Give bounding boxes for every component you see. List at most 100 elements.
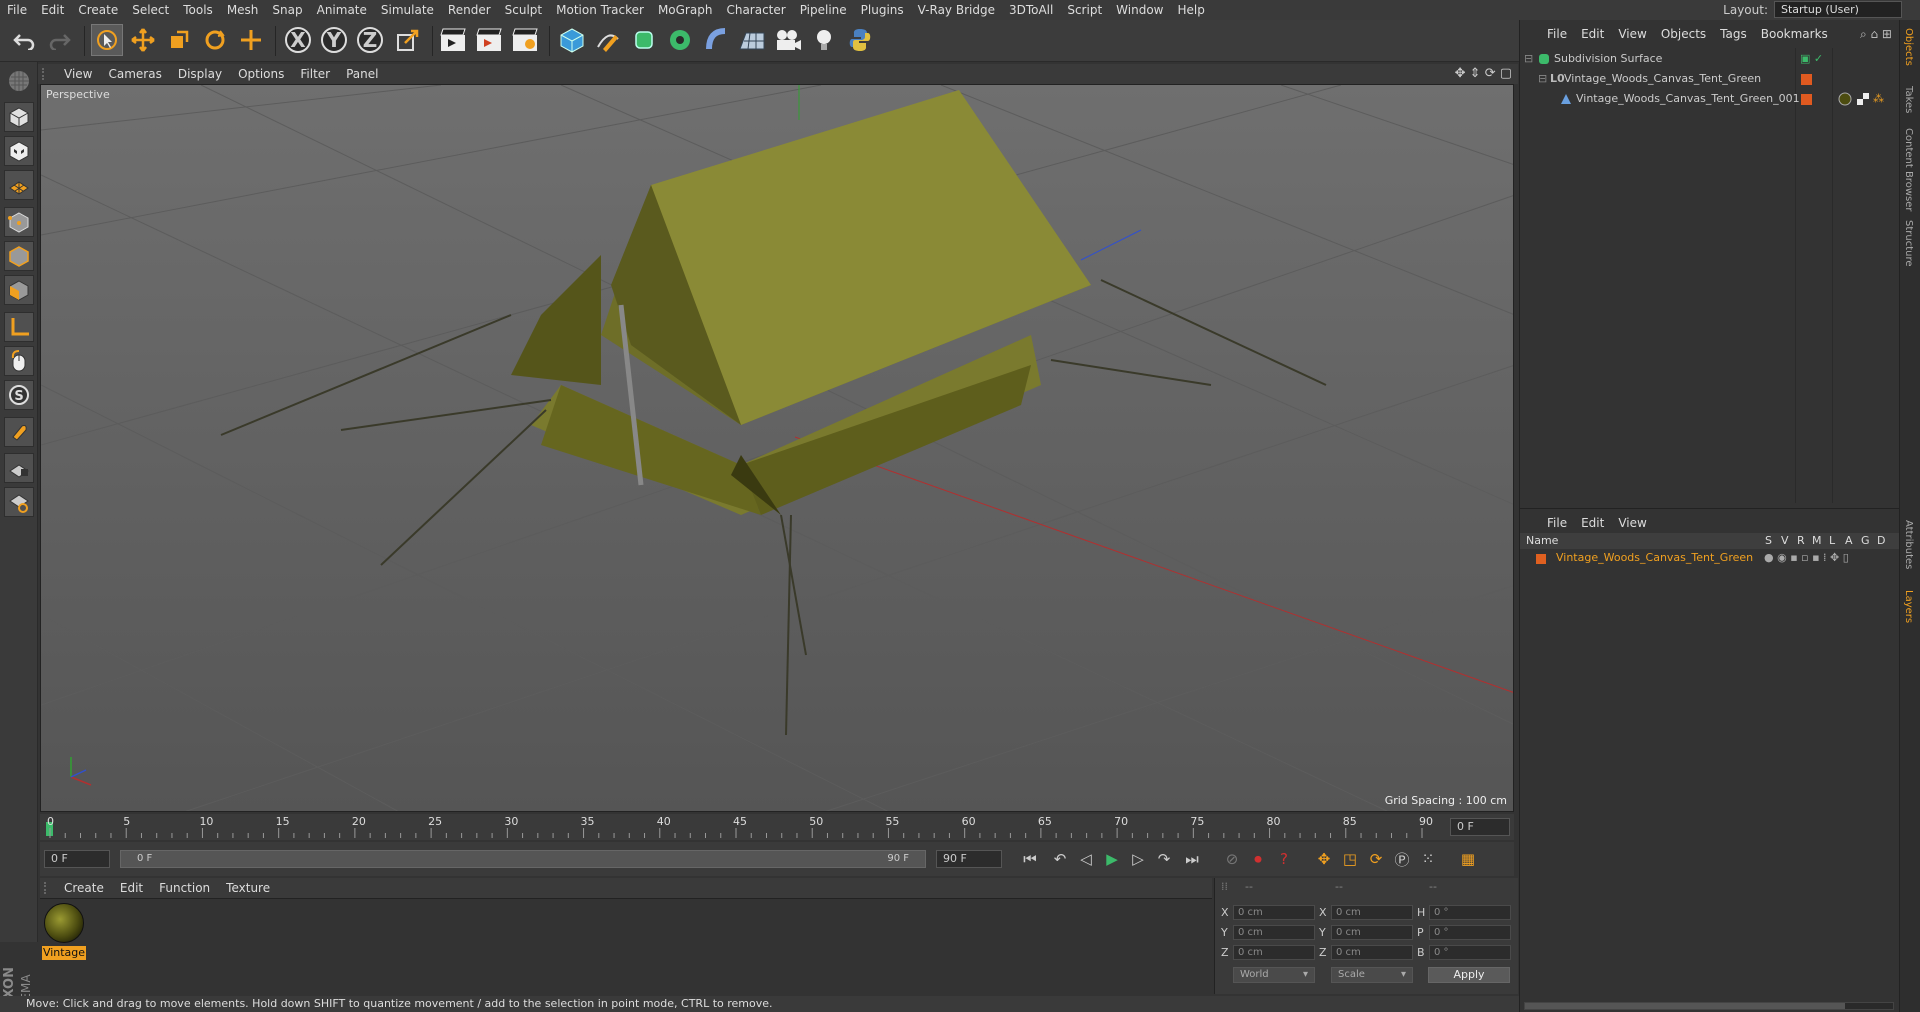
menu-motion-tracker[interactable]: Motion Tracker bbox=[549, 0, 651, 20]
axis-mode-button[interactable] bbox=[4, 312, 34, 342]
viewport-menu-filter[interactable]: Filter bbox=[292, 67, 338, 81]
camera-button[interactable] bbox=[772, 24, 804, 56]
menu-render[interactable]: Render bbox=[441, 0, 498, 20]
tweak-mode-button[interactable] bbox=[4, 346, 34, 376]
polygons-mode-button[interactable] bbox=[4, 275, 34, 305]
pos-y-field[interactable]: 0 cm bbox=[1233, 925, 1315, 940]
object-row-tent-mesh[interactable]: Vintage_Woods_Canvas_Tent_Green_001 ⁂ bbox=[1522, 90, 1897, 108]
3d-viewport[interactable]: Perspective Grid Spacing : 100 cm bbox=[40, 84, 1514, 812]
tree-collapse-icon[interactable]: ⊟ bbox=[1538, 70, 1547, 88]
axis-y-button[interactable]: Y bbox=[318, 24, 350, 56]
tree-collapse-icon[interactable]: ⊟ bbox=[1524, 50, 1533, 68]
mograph-cloner-button[interactable] bbox=[664, 24, 696, 56]
objects-menu-file[interactable]: File bbox=[1540, 27, 1574, 41]
viewport-menu-options[interactable]: Options bbox=[230, 67, 292, 81]
tab-layers[interactable]: Layers bbox=[1903, 590, 1914, 623]
menu-character[interactable]: Character bbox=[719, 0, 792, 20]
axis-x-button[interactable]: X bbox=[282, 24, 314, 56]
objects-menu-objects[interactable]: Objects bbox=[1654, 27, 1713, 41]
autokey-button[interactable]: ⏺ bbox=[1246, 848, 1270, 870]
coordinate-system-button[interactable] bbox=[392, 24, 424, 56]
go-to-start-button[interactable]: ⏮ bbox=[1018, 848, 1042, 870]
objects-menu-tags[interactable]: Tags bbox=[1713, 27, 1754, 41]
key-scale-button[interactable]: ◳ bbox=[1338, 848, 1362, 870]
material-swatch[interactable]: Vintage bbox=[40, 899, 90, 963]
objects-menu-bookmarks[interactable]: Bookmarks bbox=[1754, 27, 1835, 41]
menu-mograph[interactable]: MoGraph bbox=[651, 0, 720, 20]
render-picture-viewer-button[interactable] bbox=[473, 24, 505, 56]
model-mode-button[interactable] bbox=[4, 102, 34, 132]
next-frame-button[interactable]: ▷ bbox=[1126, 848, 1150, 870]
tab-takes[interactable]: Takes bbox=[1903, 86, 1914, 113]
previous-frame-button[interactable]: ◁ bbox=[1074, 848, 1098, 870]
redo-button[interactable] bbox=[44, 24, 76, 56]
layout-select[interactable]: Startup (User) bbox=[1774, 1, 1902, 18]
menu-mesh[interactable]: Mesh bbox=[220, 0, 266, 20]
menu-script[interactable]: Script bbox=[1060, 0, 1109, 20]
edges-mode-button[interactable] bbox=[4, 241, 34, 271]
previous-key-button[interactable]: ↶ bbox=[1048, 848, 1072, 870]
start-frame-field[interactable]: 0 F bbox=[44, 850, 110, 868]
frame-range-slider[interactable]: 0 F 90 F bbox=[120, 850, 926, 868]
rot-p-field[interactable]: 0 ° bbox=[1429, 925, 1511, 940]
menu-vray-bridge[interactable]: V-Ray Bridge bbox=[911, 0, 1002, 20]
layer-color-swatch[interactable] bbox=[1536, 554, 1546, 564]
menu-window[interactable]: Window bbox=[1109, 0, 1170, 20]
lock-workplane-button[interactable] bbox=[4, 453, 34, 483]
layer-row[interactable]: Vintage_Woods_Canvas_Tent_Green ● ◉ ▪ ▫ … bbox=[1520, 549, 1900, 567]
material-menu-edit[interactable]: Edit bbox=[112, 881, 151, 895]
render-view-button[interactable] bbox=[437, 24, 469, 56]
magnet-button[interactable] bbox=[4, 417, 34, 447]
render-settings-button[interactable] bbox=[509, 24, 541, 56]
go-to-end-button[interactable]: ⏭ bbox=[1180, 848, 1204, 870]
texture-mode-button[interactable] bbox=[4, 136, 34, 166]
layers-menu-file[interactable]: File bbox=[1540, 516, 1574, 530]
pos-z-field[interactable]: 0 cm bbox=[1233, 945, 1315, 960]
size-mode-dropdown[interactable]: Scale ▾ bbox=[1331, 967, 1413, 983]
visibility-check-icon[interactable]: ▣ ✓ bbox=[1800, 50, 1823, 68]
subdivision-button[interactable] bbox=[628, 24, 660, 56]
key-position-button[interactable]: ✥ bbox=[1312, 848, 1336, 870]
objects-menu-edit[interactable]: Edit bbox=[1574, 27, 1611, 41]
material-tag-icon[interactable]: ⁂ bbox=[1838, 90, 1884, 108]
horizontal-scrollbar[interactable] bbox=[1524, 1002, 1894, 1010]
transform-tool-button[interactable] bbox=[235, 24, 267, 56]
object-row-tent[interactable]: ⊟ L0 Vintage_Woods_Canvas_Tent_Green bbox=[1522, 70, 1897, 88]
menu-edit[interactable]: Edit bbox=[34, 0, 71, 20]
rot-h-field[interactable]: 0 ° bbox=[1429, 905, 1511, 920]
layer-flag-icons[interactable]: ● ◉ ▪ ▫ ▪ ⁞ ✥ ▯ bbox=[1764, 549, 1849, 567]
pos-x-field[interactable]: 0 cm bbox=[1233, 905, 1315, 920]
light-button[interactable] bbox=[808, 24, 840, 56]
undo-button[interactable] bbox=[8, 24, 40, 56]
axis-z-button[interactable]: Z bbox=[354, 24, 386, 56]
floor-environment-button[interactable] bbox=[736, 24, 768, 56]
layers-menu-view[interactable]: View bbox=[1611, 516, 1653, 530]
menu-file[interactable]: File bbox=[0, 0, 34, 20]
size-x-field[interactable]: 0 cm bbox=[1331, 905, 1413, 920]
snap-button[interactable]: S bbox=[4, 380, 34, 410]
menu-create[interactable]: Create bbox=[71, 0, 125, 20]
material-menu-create[interactable]: Create bbox=[56, 881, 112, 895]
current-frame-field[interactable]: 0 F bbox=[1450, 818, 1510, 836]
points-mode-button[interactable] bbox=[4, 207, 34, 237]
move-tool-button[interactable] bbox=[127, 24, 159, 56]
record-keys-button[interactable]: ⊘ bbox=[1220, 848, 1244, 870]
tab-objects[interactable]: Objects bbox=[1903, 28, 1914, 66]
keyframe-selection-button[interactable]: ? bbox=[1272, 848, 1296, 870]
viewport-menu-cameras[interactable]: Cameras bbox=[100, 67, 169, 81]
timeline-window-button[interactable]: ▦ bbox=[1456, 848, 1480, 870]
cube-primitive-button[interactable] bbox=[556, 24, 588, 56]
layer-color-tag[interactable] bbox=[1801, 74, 1812, 85]
material-menu-texture[interactable]: Texture bbox=[218, 881, 278, 895]
coordinate-space-dropdown[interactable]: World ▾ bbox=[1233, 967, 1315, 983]
search-icon[interactable]: ⌕ ⌂ ⊞ bbox=[1860, 27, 1892, 42]
next-key-button[interactable]: ↷ bbox=[1152, 848, 1176, 870]
key-rotation-button[interactable]: ⟳ bbox=[1364, 848, 1388, 870]
python-script-button[interactable] bbox=[844, 24, 876, 56]
menu-plugins[interactable]: Plugins bbox=[854, 0, 911, 20]
layers-menu-edit[interactable]: Edit bbox=[1574, 516, 1611, 530]
key-param-button[interactable]: Ⓟ bbox=[1390, 848, 1414, 870]
make-editable-button[interactable] bbox=[4, 66, 34, 96]
pen-spline-button[interactable] bbox=[592, 24, 624, 56]
layer-color-tag[interactable] bbox=[1801, 94, 1812, 105]
